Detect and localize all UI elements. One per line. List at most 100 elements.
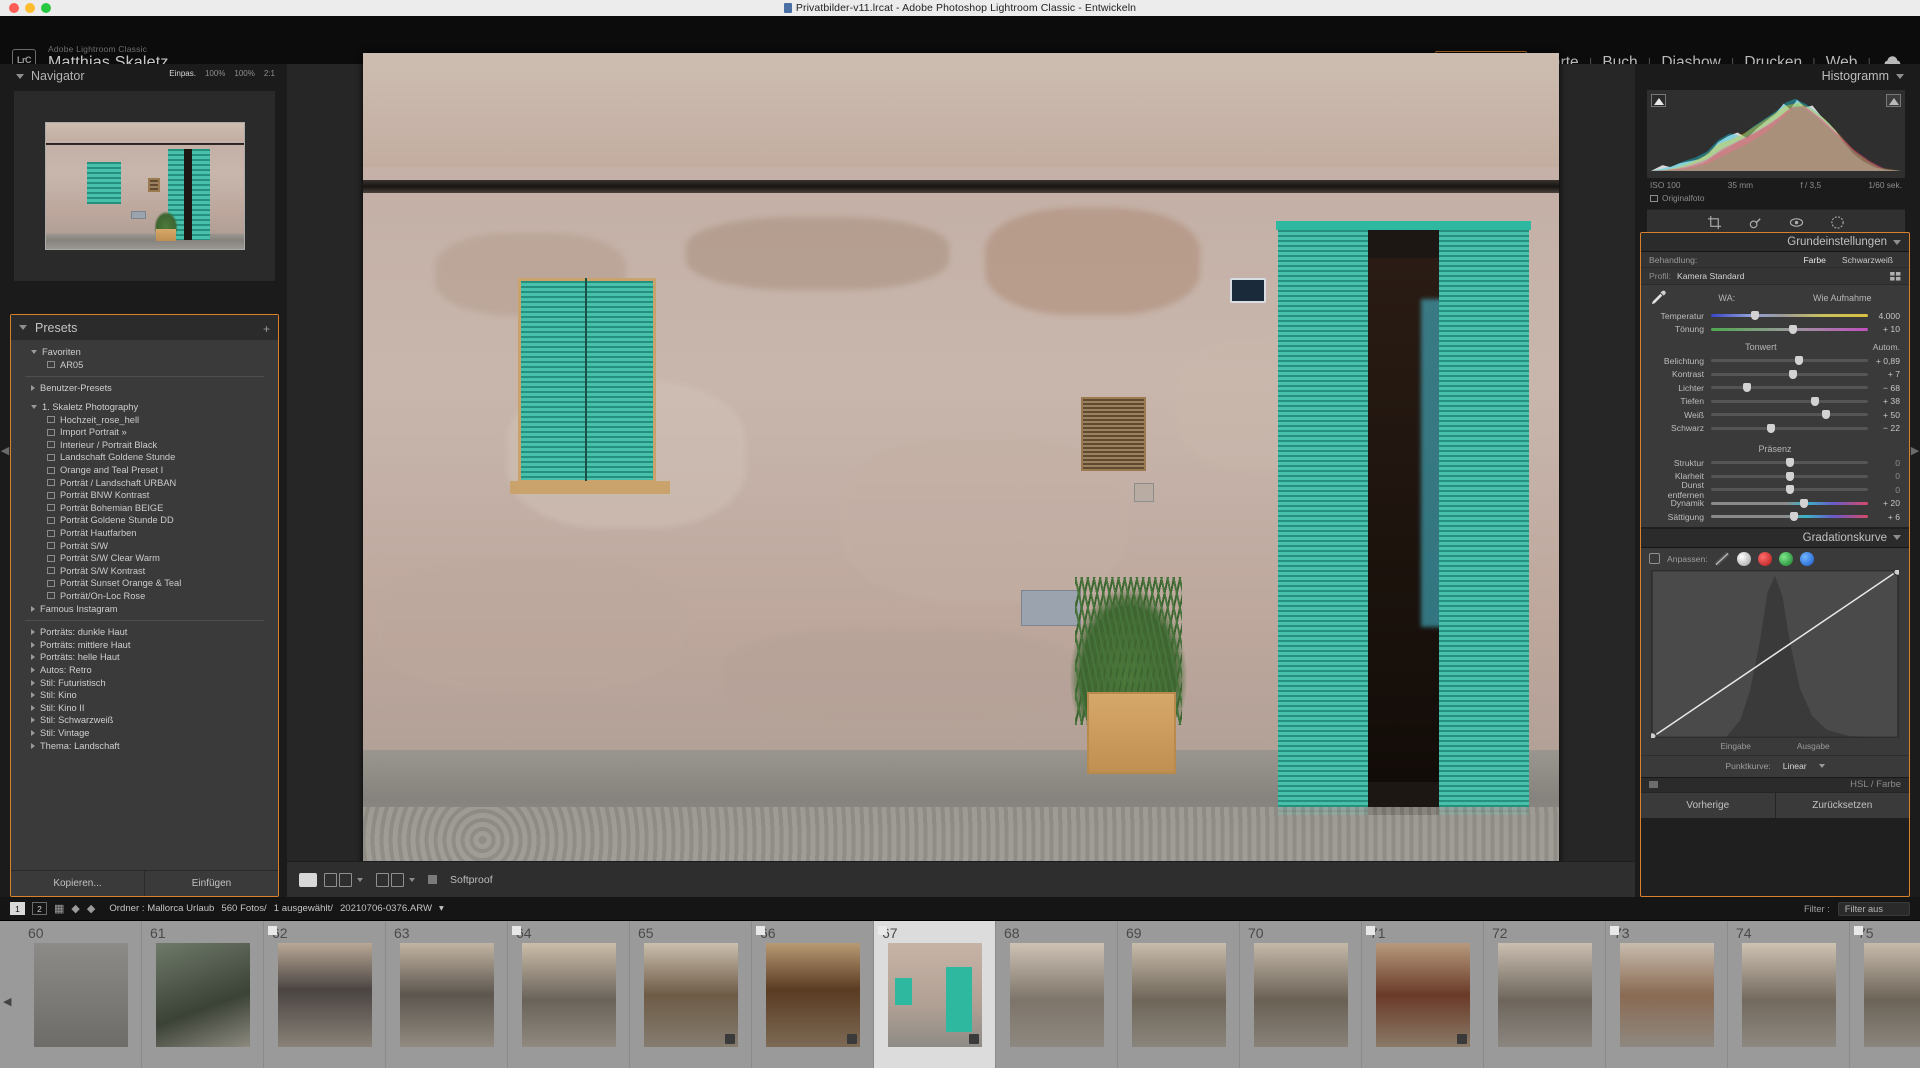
contrast-slider-row[interactable]: Kontrast + 7 [1641,368,1909,382]
list-item[interactable]: 68 [996,921,1118,1068]
zoom-fit[interactable]: Einpas. [169,69,196,78]
preset-item[interactable]: Porträt BNW Kontrast [11,489,278,502]
histogram-panel-header[interactable]: Histogramm [1640,64,1910,88]
flag-marker[interactable] [756,926,765,935]
copy-button[interactable]: Kopieren... [11,871,144,896]
thumb-image[interactable] [1376,943,1470,1047]
histogram-graph[interactable] [1647,90,1905,178]
navigator-panel-header[interactable]: Navigator Einpas. 100% 100% 2:1 [10,64,279,88]
list-item[interactable]: 67 [874,921,996,1068]
whites-value[interactable]: + 50 [1868,410,1900,420]
red-eye-tool-icon[interactable] [1789,215,1804,230]
filmstrip-thumbnails[interactable]: ◀ 60 61 62 63 64 65 66 [0,921,1920,1068]
flag-marker[interactable] [1854,926,1863,935]
thumb-image[interactable] [1254,943,1348,1047]
chevron-down-icon[interactable] [409,878,415,882]
highlights-slider-row[interactable]: Lichter − 68 [1641,381,1909,395]
preset-group-benutzer[interactable]: Benutzer-Presets [11,382,278,395]
source-dropdown-icon[interactable]: ▾ [439,903,444,914]
preset-item[interactable]: Porträt S/W Clear Warm [11,552,278,565]
left-panel-collapse-arrow[interactable]: ◀ [0,444,10,457]
chevron-right-icon[interactable] [31,692,35,698]
thumb-image[interactable] [34,943,128,1047]
masking-tool-icon[interactable] [1830,215,1845,230]
flag-marker[interactable] [1366,926,1375,935]
preset-group-favoriten[interactable]: Favoriten [11,346,278,359]
white-balance-eyedropper-icon[interactable] [1649,289,1669,307]
point-curve-icon[interactable] [1737,552,1751,566]
thumb-image[interactable] [888,943,982,1047]
presets-panel-header[interactable]: Presets + [11,315,278,340]
preset-item[interactable]: AR05 [11,359,278,372]
chevron-right-icon[interactable] [31,717,35,723]
before-after-left-right-icon[interactable] [324,873,337,887]
panel-switch-icon[interactable] [1649,781,1658,788]
saturation-value[interactable]: + 6 [1868,512,1900,522]
list-item[interactable]: 73 [1606,921,1728,1068]
swap-before-after-icon[interactable] [391,873,404,887]
original-photo-row[interactable]: Originalfoto [1640,190,1910,203]
filmstrip-toolbar[interactable]: 1 2 ▦ ◆ ◆ Ordner : Mallorca Urlaub 560 F… [0,897,1920,921]
list-item[interactable]: 72 [1484,921,1606,1068]
photo-toolbar[interactable]: Softproof [287,861,1635,897]
screen-1-button[interactable]: 1 [10,902,25,915]
shadows-value[interactable]: + 38 [1868,396,1900,406]
zoom-fill[interactable]: 100% [205,69,225,78]
tint-value[interactable]: + 10 [1868,324,1900,334]
texture-slider-row[interactable]: Struktur 0 [1641,456,1909,470]
thumb-image[interactable] [1498,943,1592,1047]
vibrance-slider-row[interactable]: Dynamik + 20 [1641,497,1909,511]
temperature-value[interactable]: 4.000 [1868,311,1900,321]
contrast-track[interactable] [1711,373,1868,376]
loupe-view-icon[interactable] [299,873,317,887]
blacks-value[interactable]: − 22 [1868,423,1900,433]
thumb-image[interactable] [766,943,860,1047]
screen-2-button[interactable]: 2 [32,902,47,915]
spot-removal-tool-icon[interactable] [1748,215,1763,230]
main-photo[interactable] [363,53,1559,873]
vibrance-value[interactable]: + 20 [1868,498,1900,508]
treatment-bw-option[interactable]: Schwarzweiß [1834,255,1901,265]
clarity-value[interactable]: 0 [1868,471,1900,481]
photo-viewport[interactable] [287,64,1635,861]
list-item[interactable]: 66 [752,921,874,1068]
chevron-down-icon[interactable] [19,325,27,330]
crop-tool-icon[interactable] [1707,215,1722,230]
whites-slider-row[interactable]: Weiß + 50 [1641,408,1909,422]
thumb-image[interactable] [644,943,738,1047]
list-item[interactable]: 69 [1118,921,1240,1068]
preset-group-kino-2[interactable]: Stil: Kino II [11,701,278,714]
filmstrip-source-info[interactable]: Ordner : Mallorca Urlaub 560 Fotos/ 1 au… [109,903,444,914]
softproof-checkbox[interactable] [428,875,437,884]
chevron-right-icon[interactable] [31,743,35,749]
preset-item[interactable]: Import Portrait » [11,426,278,439]
curve-adjust-row[interactable]: Anpassen: [1641,548,1909,570]
profile-row[interactable]: Profil: Kamera Standard [1641,268,1909,285]
chevron-right-icon[interactable] [31,705,35,711]
filmstrip-left-edge[interactable]: ◀ [0,921,20,1068]
preset-item[interactable]: Hochzeit_rose_hell [11,413,278,426]
tint-slider-row[interactable]: Tönung + 10 [1641,323,1909,337]
right-panel-collapse-arrow[interactable]: ▶ [1910,444,1920,457]
list-item[interactable]: 61 [142,921,264,1068]
chevron-down-icon[interactable] [1893,240,1901,245]
dehaze-slider-row[interactable]: Dunst entfernen 0 [1641,483,1909,497]
preset-group-vintage[interactable]: Stil: Vintage [11,727,278,740]
filmstrip-filter-area[interactable]: Filter : Filter aus [1804,902,1910,916]
temperature-track[interactable] [1711,314,1868,317]
list-item[interactable]: 64 [508,921,630,1068]
add-preset-button[interactable]: + [263,322,270,336]
preset-group-kino[interactable]: Stil: Kino [11,689,278,702]
flag-marker[interactable] [268,926,277,935]
chevron-right-icon[interactable] [31,680,35,686]
temperature-slider-row[interactable]: Temperatur 4.000 [1641,309,1909,323]
treatment-color-option[interactable]: Farbe [1795,255,1833,265]
highlights-track[interactable] [1711,386,1868,389]
white-balance-value[interactable]: Wie Aufnahme [1785,293,1901,303]
preset-item[interactable]: Porträt Hautfarben [11,527,278,540]
profile-browser-icon[interactable] [1890,272,1901,281]
flag-marker[interactable] [878,926,887,935]
red-channel-icon[interactable] [1758,552,1772,566]
previous-button[interactable]: Vorherige [1641,793,1775,818]
back-arrow-icon[interactable]: ◆ [71,902,79,915]
